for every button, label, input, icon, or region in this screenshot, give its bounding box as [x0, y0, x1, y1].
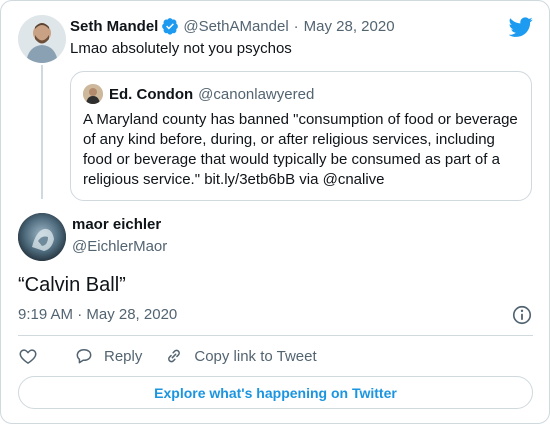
copy-link-label: Copy link to Tweet — [194, 347, 317, 365]
copy-link-button[interactable]: Copy link to Tweet — [164, 346, 317, 366]
maor-eichler-avatar[interactable] — [18, 213, 66, 261]
like-button[interactable] — [18, 346, 38, 366]
explore-twitter-button[interactable]: Explore what's happening on Twitter — [18, 376, 533, 409]
parent-date[interactable]: May 28, 2020 — [304, 18, 395, 35]
heart-icon — [19, 349, 37, 364]
parent-author-handle[interactable]: @SethAMandel — [183, 18, 288, 35]
parent-tweet-text: Lmao absolutely not you psychos — [70, 40, 292, 57]
quoted-tweet[interactable]: Ed. Condon @canonlawyered A Maryland cou… — [70, 71, 532, 201]
reply-button[interactable]: Reply — [74, 346, 142, 366]
parent-author-name[interactable]: Seth Mandel — [70, 18, 158, 35]
verified-badge-icon — [161, 17, 179, 35]
author-handle[interactable]: @EichlerMaor — [72, 238, 167, 255]
quoted-tweet-text: A Maryland county has banned "consumptio… — [83, 111, 518, 188]
reply-label: Reply — [104, 347, 143, 365]
quoted-tweet-header: Ed. Condon @canonlawyered — [83, 84, 314, 104]
tweet-timestamp[interactable]: 9:19 AM · May 28, 2020 — [18, 306, 177, 323]
reply-icon — [76, 349, 92, 364]
tweet-text: “Calvin Ball” — [18, 274, 126, 296]
parent-tweet-header: Seth Mandel @SethAMandel · May 28, 2020 — [70, 15, 395, 37]
action-divider — [18, 335, 533, 336]
author-name[interactable]: maor eichler — [72, 216, 161, 233]
seth-mandel-avatar[interactable] — [18, 15, 66, 63]
quoted-author-handle[interactable]: @canonlawyered — [198, 86, 314, 103]
info-icon[interactable] — [511, 304, 533, 326]
thread-connector-line — [41, 65, 43, 199]
embedded-tweet-card: Seth Mandel @SethAMandel · May 28, 2020 … — [0, 0, 550, 424]
tweet-actions: Reply Copy link to Tweet — [18, 344, 339, 368]
parent-separator: · — [293, 17, 299, 35]
twitter-bird-icon[interactable] — [508, 15, 533, 39]
quoted-author-name[interactable]: Ed. Condon — [109, 86, 193, 103]
link-icon — [168, 349, 181, 363]
ed-condon-avatar[interactable] — [83, 84, 103, 104]
